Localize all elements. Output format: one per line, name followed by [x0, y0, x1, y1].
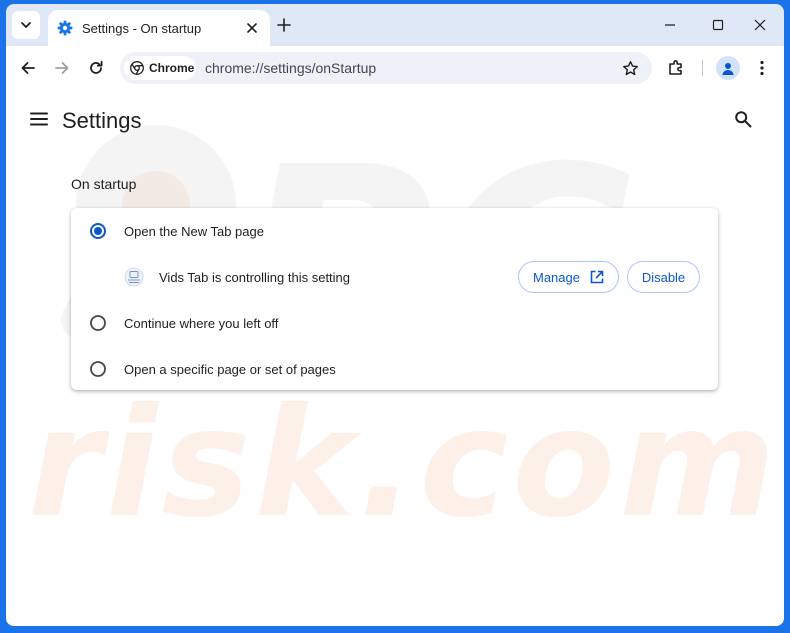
open-in-new-icon: [590, 270, 604, 284]
back-button[interactable]: [14, 54, 42, 82]
tab-strip: Settings - On startup: [6, 4, 784, 46]
maximize-button[interactable]: [694, 4, 742, 46]
address-bar[interactable]: Chrome chrome://settings/onStartup: [120, 52, 652, 84]
extension-notice: Vids Tab is controlling this setting: [159, 269, 351, 285]
chrome-logo-icon: [130, 61, 144, 75]
settings-page: PC risk.com Settings On startup Open the…: [6, 90, 784, 626]
hamburger-icon: [30, 112, 48, 126]
minimize-button[interactable]: [646, 4, 694, 46]
new-tab-button[interactable]: [274, 15, 294, 35]
close-icon: [247, 23, 257, 33]
arrow-right-icon: [55, 62, 69, 74]
forward-button[interactable]: [48, 54, 76, 82]
disable-button[interactable]: Disable: [627, 261, 700, 293]
search-icon: [735, 111, 752, 128]
manage-button[interactable]: Manage: [518, 261, 619, 293]
manage-label: Manage: [533, 269, 580, 285]
minimize-icon: [665, 24, 675, 26]
extensions-button[interactable]: [664, 56, 688, 80]
browser-toolbar: Chrome chrome://settings/onStartup: [6, 46, 784, 90]
svg-text:risk.com: risk.com: [28, 377, 780, 551]
radio-continue[interactable]: [90, 315, 106, 331]
plus-icon: [277, 18, 291, 32]
window-close-button[interactable]: [736, 4, 784, 46]
page-title: Settings: [62, 108, 142, 133]
person-icon: [722, 63, 734, 75]
radio-specific-pages[interactable]: [90, 361, 106, 377]
browser-menu-button[interactable]: [750, 56, 774, 80]
tab-close-button[interactable]: [242, 18, 262, 38]
option-new-tab[interactable]: Open the New Tab page: [71, 208, 718, 254]
bookmark-star-button[interactable]: [620, 58, 640, 78]
arrow-left-icon: [21, 62, 35, 74]
site-info-chip[interactable]: Chrome: [124, 56, 196, 80]
reload-icon: [90, 60, 103, 74]
url-text[interactable]: chrome://settings/onStartup: [205, 60, 376, 76]
chip-label: Chrome: [149, 61, 195, 75]
toolbar-divider: [702, 60, 703, 76]
tab-title: Settings - On startup: [82, 20, 202, 36]
main-menu-button[interactable]: [30, 110, 48, 128]
extension-control-row: Vids Tab is controlling this setting Man…: [71, 254, 718, 300]
chevron-down-icon: [21, 22, 31, 28]
close-icon: [754, 19, 766, 31]
gear-icon: [57, 20, 73, 36]
tab-search-button[interactable]: [12, 11, 40, 39]
option-label: Open a specific page or set of pages: [124, 361, 336, 377]
search-settings-button[interactable]: [732, 108, 754, 130]
section-title: On startup: [71, 176, 137, 192]
extension-icon: [124, 267, 144, 287]
more-vert-icon: [760, 60, 764, 76]
tab-settings[interactable]: Settings - On startup: [48, 10, 270, 46]
browser-window: Settings - On startup Chrome chrome://se…: [6, 4, 784, 626]
option-specific-pages[interactable]: Open a specific page or set of pages: [71, 346, 718, 392]
star-icon: [622, 60, 638, 75]
maximize-icon: [712, 19, 724, 31]
disable-label: Disable: [641, 269, 686, 285]
startup-options-card: Open the New Tab page Vids Tab is contro…: [71, 208, 718, 390]
profile-avatar-button[interactable]: [716, 56, 740, 80]
option-continue[interactable]: Continue where you left off: [71, 300, 718, 346]
puzzle-icon: [669, 60, 682, 75]
option-label: Open the New Tab page: [124, 223, 264, 239]
reload-button[interactable]: [82, 54, 110, 82]
option-label: Continue where you left off: [124, 315, 279, 331]
radio-new-tab[interactable]: [90, 223, 106, 239]
